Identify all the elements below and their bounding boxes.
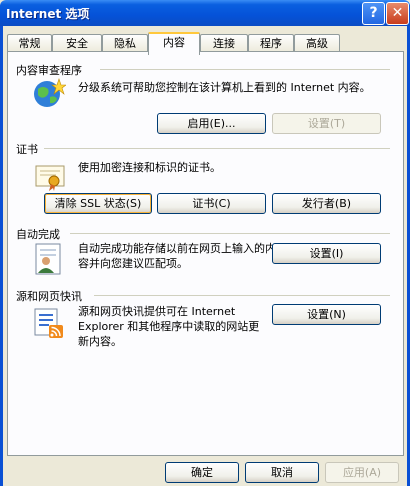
autocomplete-description: 自动完成功能存储以前在网页上输入的内容并向您建议匹配项。 — [78, 242, 276, 270]
clear-ssl-state-button[interactable]: 清除 SSL 状态(S) — [44, 193, 152, 214]
divider — [44, 148, 390, 149]
enable-content-advisor-button[interactable]: 启用(E)... — [157, 113, 266, 134]
title-bar[interactable]: Internet 选项 ? ✕ — [0, 0, 410, 26]
publishers-button[interactable]: 发行者(B) — [272, 193, 381, 214]
divider — [94, 295, 390, 296]
divider — [70, 233, 390, 234]
certificates-description: 使用加密连接和标识的证书。 — [78, 161, 221, 174]
feeds-icon — [34, 308, 63, 338]
autocomplete-title: 自动完成 — [16, 228, 60, 241]
feeds-title: 源和网页快讯 — [16, 290, 82, 303]
help-button[interactable]: ? — [362, 2, 385, 25]
content-advisor-title: 内容审查程序 — [16, 64, 82, 77]
autocomplete-settings-button[interactable]: 设置(I) — [272, 243, 381, 264]
window-title: Internet 选项 — [6, 7, 90, 21]
apply-button[interactable]: 应用(A) — [325, 462, 399, 483]
content-advisor-settings-button[interactable]: 设置(T) — [272, 113, 381, 134]
window-border-left — [0, 26, 3, 486]
feeds-description: 源和网页快讯提供可在 Internet Explorer 和其他程序中读取的网站… — [78, 305, 260, 348]
certificates-title: 证书 — [16, 143, 38, 156]
ok-button[interactable]: 确定 — [165, 462, 239, 483]
close-button[interactable]: ✕ — [386, 2, 409, 25]
content-tab-panel: 内容审查程序 分级系统可帮助您控制在该计算机上看到的 Internet 内容。 … — [7, 51, 404, 456]
cancel-button[interactable]: 取消 — [245, 462, 319, 483]
divider — [100, 69, 390, 70]
tab-content[interactable]: 内容 — [148, 32, 200, 55]
globe-rating-icon — [34, 78, 66, 107]
autocomplete-form-icon — [35, 243, 61, 275]
certificates-button[interactable]: 证书(C) — [157, 193, 266, 214]
certificate-icon — [35, 165, 65, 191]
feeds-settings-button[interactable]: 设置(N) — [272, 304, 381, 325]
content-advisor-description: 分级系统可帮助您控制在该计算机上看到的 Internet 内容。 — [78, 81, 371, 94]
